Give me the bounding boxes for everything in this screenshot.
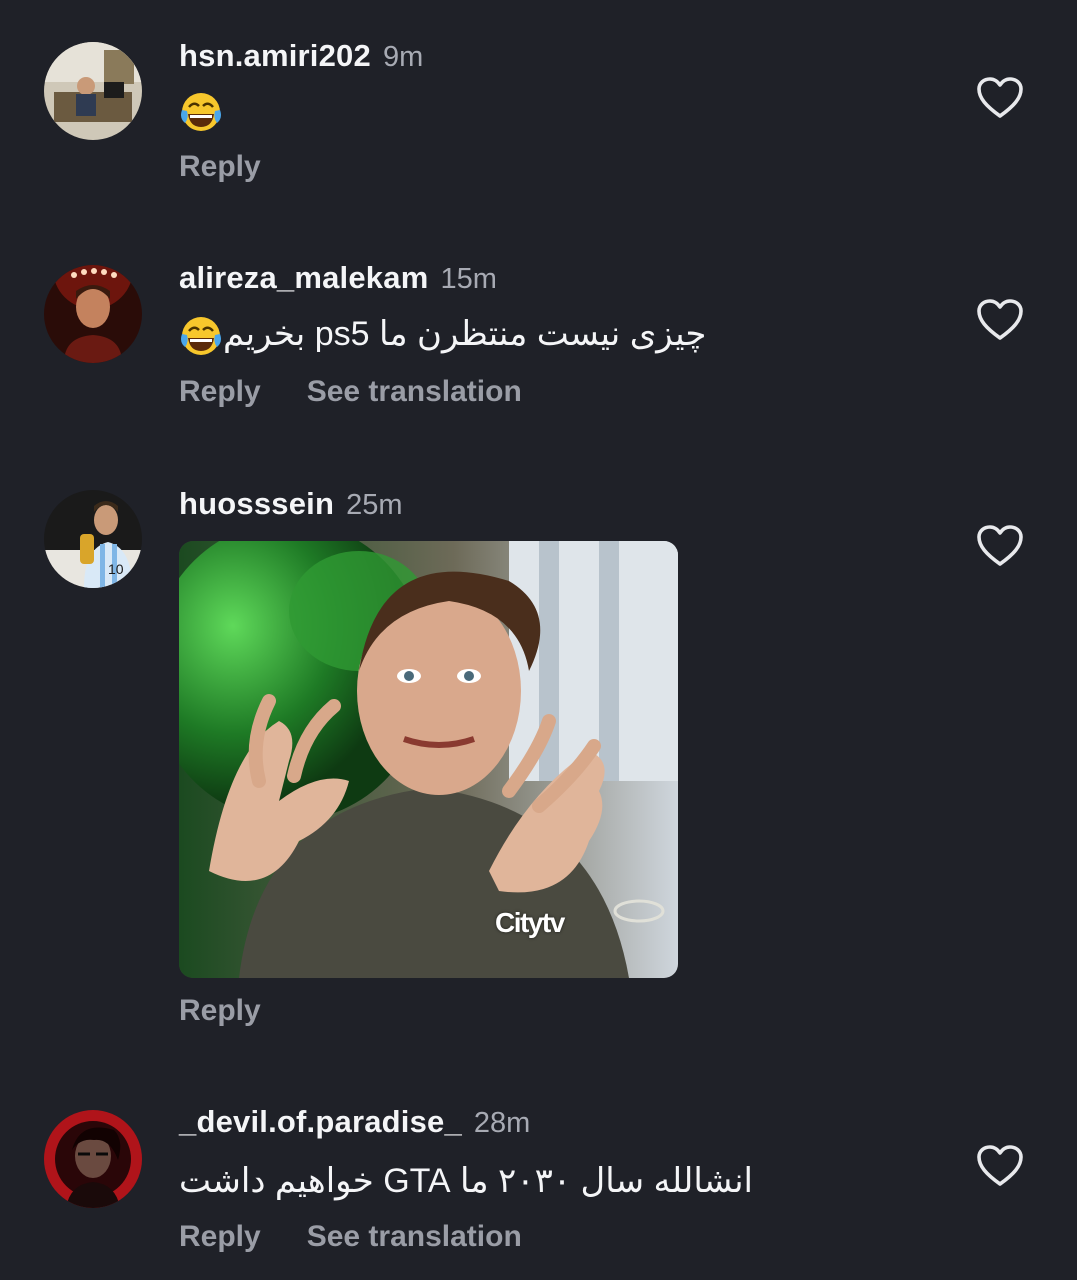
svg-text:10: 10 (108, 561, 124, 577)
avatar[interactable] (44, 1110, 142, 1208)
avatar[interactable] (44, 42, 142, 140)
heart-outline-icon (977, 299, 1023, 340)
comment-username[interactable]: alireza_malekam (179, 260, 428, 296)
comment-text (179, 90, 223, 134)
avatar[interactable]: 10 (44, 490, 142, 588)
comment-username[interactable]: huosssein (179, 486, 334, 522)
see-translation-button[interactable]: See translation (307, 1220, 522, 1254)
gif-watermark: Citytv (495, 907, 565, 938)
comment-text: چیزی نیست منتظرن ما ps5 بخریم (179, 314, 706, 358)
comments-list: hsn.amiri202 9m Reply alireza_malekam 15… (0, 0, 1077, 1280)
face-with-tears-of-joy-emoji (181, 317, 221, 356)
comment-text-body: چیزی نیست منتظرن ما ps5 بخریم (223, 315, 707, 353)
reply-button[interactable]: Reply (179, 1220, 261, 1254)
heart-outline-icon (977, 1145, 1023, 1186)
like-button[interactable] (976, 1144, 1024, 1188)
reply-button[interactable]: Reply (179, 994, 261, 1028)
comment-gif[interactable]: Citytv (179, 541, 678, 978)
comment-time: 9m (382, 41, 424, 73)
comment-username[interactable]: hsn.amiri202 (179, 38, 371, 74)
comment-time: 15m (440, 263, 497, 295)
heart-outline-icon (977, 525, 1023, 566)
avatar[interactable] (44, 265, 142, 363)
face-with-tears-of-joy-emoji (181, 93, 221, 132)
comment-username[interactable]: _devil.of.paradise_ (179, 1104, 462, 1140)
comment-text: انشالله سال ۲۰۳۰ ما GTA خواهیم داشت (179, 1161, 753, 1201)
like-button[interactable] (976, 298, 1024, 342)
comment-time: 25m (346, 489, 403, 521)
comment-text-body: انشالله سال ۲۰۳۰ ما GTA خواهیم داشت (179, 1162, 753, 1200)
comment-time: 28m (473, 1107, 531, 1139)
like-button[interactable] (976, 524, 1024, 568)
see-translation-button[interactable]: See translation (307, 375, 522, 409)
heart-outline-icon (977, 77, 1023, 118)
gif-image (179, 541, 678, 978)
reply-button[interactable]: Reply (179, 375, 261, 409)
like-button[interactable] (976, 76, 1024, 120)
reply-button[interactable]: Reply (179, 150, 261, 184)
